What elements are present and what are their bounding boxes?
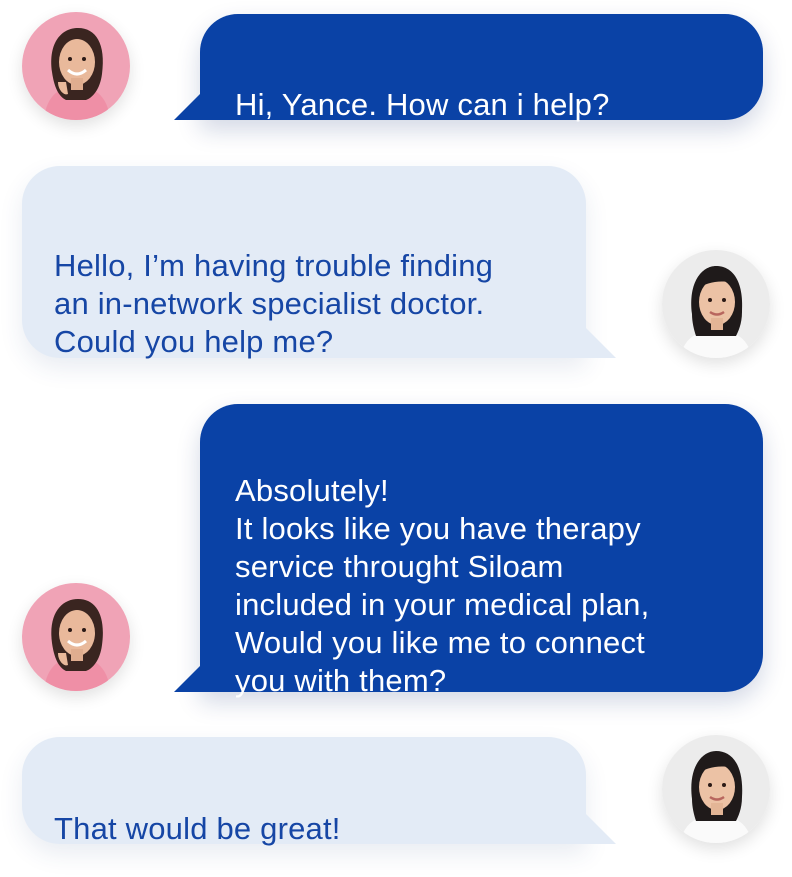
message-user-2: That would be great!	[0, 0, 792, 877]
user-message-bubble: That would be great!	[22, 737, 586, 846]
user-avatar	[662, 735, 770, 843]
message-text: That would be great!	[54, 811, 341, 846]
chat-conversation: Hi, Yance. How can i help? Hello, I’m ha…	[0, 0, 792, 877]
bubble-tail	[586, 814, 616, 844]
user-avatar-icon	[662, 735, 770, 843]
